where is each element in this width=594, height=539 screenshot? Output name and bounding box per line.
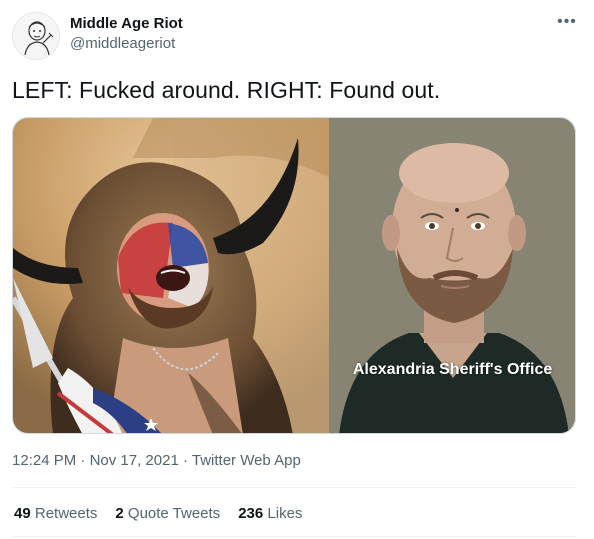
tweet-source[interactable]: Twitter Web App bbox=[192, 452, 301, 469]
more-options-icon: ••• bbox=[557, 13, 577, 30]
likes-label: Likes bbox=[267, 505, 303, 522]
quote-tweets-label: Quote Tweets bbox=[127, 505, 221, 522]
tweet-media[interactable]: Alexandria Sheriff's Office bbox=[12, 117, 576, 434]
meta-separator: · bbox=[76, 452, 90, 469]
media-image-right[interactable]: Alexandria Sheriff's Office bbox=[328, 118, 575, 433]
tweet-meta: 12:24 PM · Nov 17, 2021 · Twitter Web Ap… bbox=[12, 451, 301, 471]
tweet-time[interactable]: 12:24 PM bbox=[12, 452, 76, 469]
divider bbox=[12, 536, 576, 537]
media-image-left[interactable] bbox=[13, 118, 329, 433]
likes-count: 236 bbox=[238, 505, 264, 522]
quote-tweets-stat[interactable]: 2 Quote Tweets bbox=[115, 504, 220, 524]
meta-separator: · bbox=[178, 452, 192, 469]
mugshot-photo bbox=[328, 118, 575, 433]
protester-photo bbox=[13, 118, 329, 433]
divider bbox=[12, 487, 576, 488]
author-handle[interactable]: @middleageriot bbox=[70, 34, 183, 54]
tweet-date[interactable]: Nov 17, 2021 bbox=[90, 452, 179, 469]
author-names: Middle Age Riot @middleageriot bbox=[70, 14, 183, 54]
likes-stat[interactable]: 236 Likes bbox=[238, 504, 302, 524]
tweet-stats: 49 Retweets 2 Quote Tweets 236 Likes bbox=[14, 504, 302, 524]
author-display-name[interactable]: Middle Age Riot bbox=[70, 14, 183, 34]
tweet-text: LEFT: Fucked around. RIGHT: Found out. bbox=[12, 77, 441, 103]
retweets-stat[interactable]: 49 Retweets bbox=[14, 504, 97, 524]
media-caption: Alexandria Sheriff's Office bbox=[352, 361, 553, 378]
avatar-sketch-icon bbox=[13, 13, 59, 59]
quote-tweets-count: 2 bbox=[115, 505, 124, 522]
tweet-header: Middle Age Riot @middleageriot ••• bbox=[12, 10, 582, 60]
avatar[interactable] bbox=[12, 12, 60, 60]
more-options-button[interactable]: ••• bbox=[556, 14, 578, 34]
retweets-count: 49 bbox=[14, 505, 31, 522]
retweets-label: Retweets bbox=[34, 505, 98, 522]
tweet-card: Middle Age Riot @middleageriot ••• LEFT:… bbox=[0, 0, 594, 539]
